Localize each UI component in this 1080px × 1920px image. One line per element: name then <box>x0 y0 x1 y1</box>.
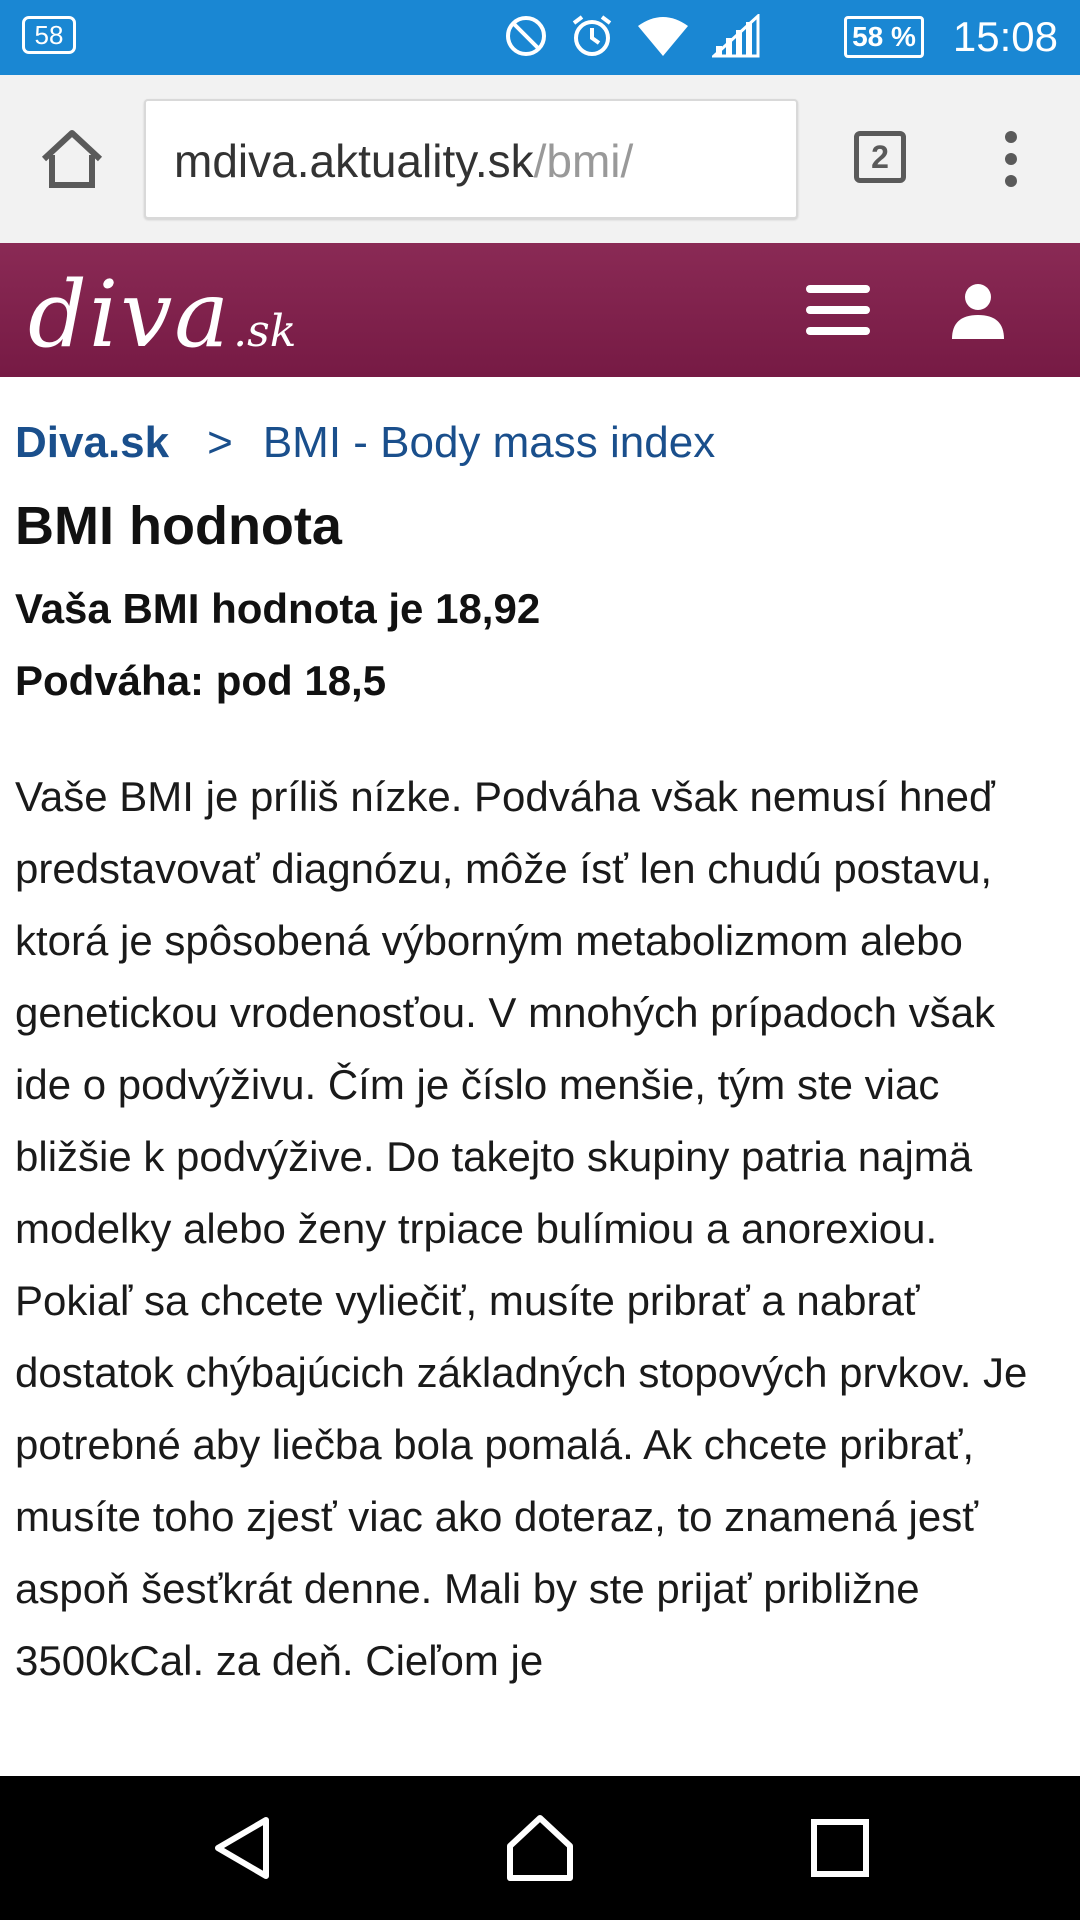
battery-percent: 58 % <box>852 21 916 52</box>
site-logo[interactable]: diva .sk <box>28 265 296 365</box>
dnd-icon <box>506 16 546 56</box>
hamburger-menu-icon[interactable] <box>806 283 870 337</box>
user-icon[interactable] <box>948 281 1008 341</box>
url-text: mdiva.aktuality.sk/bmi/ <box>174 135 633 187</box>
signal-icon <box>712 14 760 58</box>
system-navigation-bar <box>0 1776 1080 1920</box>
clock: 15:08 <box>952 13 1058 60</box>
home-icon[interactable] <box>38 125 106 193</box>
overflow-menu-icon[interactable] <box>998 131 1024 187</box>
status-icons <box>504 14 760 58</box>
url-domain: mdiva.aktuality.sk <box>174 135 534 187</box>
recent-apps-icon[interactable] <box>804 1812 876 1884</box>
bmi-result-value: Vaša BMI hodnota je 18,92 <box>15 585 541 632</box>
tab-switcher-button[interactable]: 2 <box>854 131 906 183</box>
alarm-icon <box>572 15 612 56</box>
wifi-icon <box>638 17 688 56</box>
notification-badge-icon: 58 <box>22 16 76 54</box>
breadcrumb-separator: > <box>207 418 233 467</box>
home-nav-icon[interactable] <box>504 1812 576 1884</box>
browser-toolbar: mdiva.aktuality.sk/bmi/ 2 <box>0 75 1080 243</box>
bmi-description: Vaše BMI je príliš nízke. Podváha však n… <box>15 773 1028 1684</box>
page-title: BMI hodnota <box>15 496 342 556</box>
status-bar: 58 58 % 15:08 <box>0 0 1080 75</box>
site-header: diva .sk <box>0 243 1080 377</box>
breadcrumb: Diva.sk > BMI - Body mass index <box>15 415 1055 471</box>
main-content: Diva.sk > BMI - Body mass index BMI hodnot… <box>15 377 1055 1697</box>
battery-icon: 58 % <box>844 16 924 58</box>
breadcrumb-current-link[interactable]: BMI - Body mass index <box>263 418 715 467</box>
breadcrumb-home-link[interactable]: Diva.sk <box>15 418 169 467</box>
bmi-category: Podváha: pod 18,5 <box>15 657 387 704</box>
logo-main: diva <box>28 261 232 368</box>
back-icon[interactable] <box>206 1812 278 1884</box>
url-path: /bmi/ <box>533 135 634 187</box>
logo-tld: .sk <box>233 306 297 357</box>
address-bar[interactable]: mdiva.aktuality.sk/bmi/ <box>144 99 798 219</box>
